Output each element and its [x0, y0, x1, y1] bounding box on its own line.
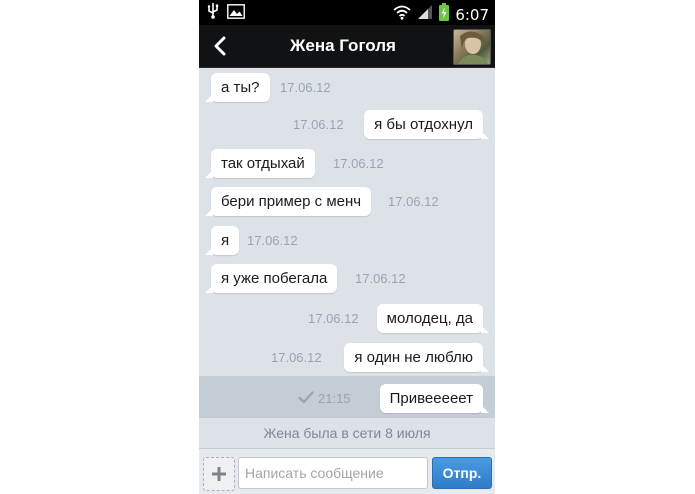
incoming-message-bubble[interactable]: я — [204, 226, 240, 255]
usb-icon — [207, 3, 219, 24]
message-timestamp: 17.06.12 — [280, 80, 331, 95]
message-row: 17.06.12 я один не люблю — [199, 338, 495, 374]
message-timestamp: 17.06.12 — [355, 271, 406, 286]
outgoing-message-bubble[interactable]: молодец, да — [376, 304, 490, 333]
message-timestamp: 17.06.12 — [308, 311, 359, 326]
incoming-message-bubble[interactable]: а ты? — [205, 73, 270, 102]
outgoing-message-bubble[interactable]: я бы отдохнул — [364, 110, 489, 139]
checkmark-icon — [298, 385, 314, 414]
message-row: так отдыхай 17.06.12 — [199, 144, 495, 180]
message-row: а ты? 17.06.12 — [199, 68, 495, 104]
attach-button[interactable] — [203, 457, 235, 491]
wifi-icon — [393, 4, 411, 25]
message-row: я уже побегала 17.06.12 — [199, 259, 495, 295]
incoming-message-bubble[interactable]: бери пример с менч — [204, 187, 372, 216]
chat-header: Жена Гоголя — [199, 25, 495, 68]
message-timestamp: 17.06.12 — [333, 156, 384, 171]
message-timestamp: 17.06.12 — [247, 233, 298, 248]
back-button[interactable] — [205, 31, 235, 61]
message-timestamp: 17.06.12 — [388, 194, 439, 209]
status-bar-time: 6:07 — [455, 5, 489, 24]
message-row: я 17.06.12 — [199, 221, 495, 257]
send-button[interactable]: Отпр. — [432, 457, 492, 489]
outgoing-message-bubble[interactable]: я один не люблю — [344, 343, 489, 372]
message-row: 17.06.12 я бы отдохнул — [199, 105, 495, 141]
message-row: 17.06.12 молодец, да — [199, 299, 495, 335]
message-status: 21:15 — [298, 384, 351, 413]
incoming-message-bubble[interactable]: я уже побегала — [204, 264, 338, 293]
message-timestamp: 21:15 — [318, 391, 351, 406]
message-row: бери пример с менч 17.06.12 — [199, 182, 495, 218]
message-list[interactable]: а ты? 17.06.12 17.06.12 я бы отдохнул та… — [199, 67, 495, 485]
battery-icon — [439, 3, 450, 26]
plus-icon — [212, 467, 226, 481]
image-icon — [227, 3, 245, 24]
message-row-selected: 21:15 Привееееет — [199, 376, 495, 418]
contact-avatar[interactable] — [453, 29, 491, 65]
status-bar: 6:07 — [199, 0, 495, 25]
message-timestamp: 17.06.12 — [293, 117, 344, 132]
message-input[interactable] — [238, 457, 428, 489]
composer-bar: Отпр. — [199, 448, 495, 494]
last-seen-status: Жена была в сети 8 июля — [263, 425, 431, 441]
phone-screen: 6:07 Жена Гоголя а ты? 17.06.12 17.06.12… — [199, 0, 495, 494]
chat-title: Жена Гоголя — [290, 36, 396, 55]
signal-icon — [417, 4, 433, 25]
message-timestamp: 17.06.12 — [271, 350, 322, 365]
chevron-left-icon — [214, 36, 226, 56]
outgoing-message-bubble[interactable]: Привееееет — [379, 384, 490, 413]
incoming-message-bubble[interactable]: так отдыхай — [205, 149, 315, 178]
